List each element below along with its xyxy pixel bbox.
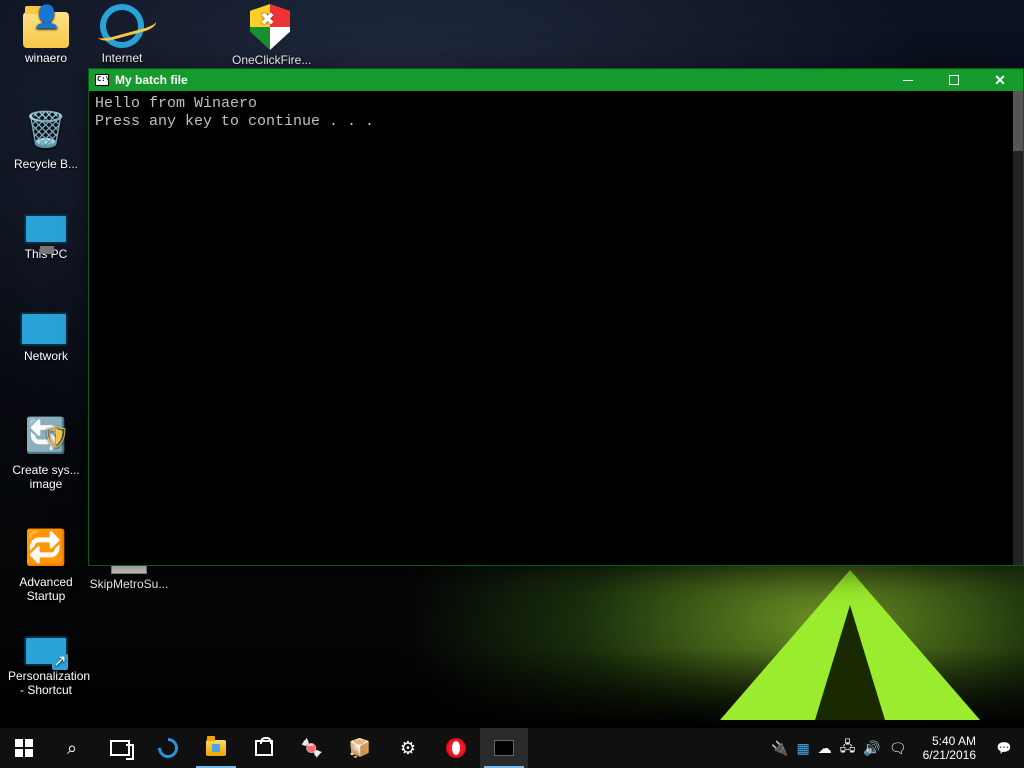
taskview-icon xyxy=(110,740,130,756)
tray-ime-icon[interactable]: 🗨 xyxy=(889,740,907,757)
desktop-icon-winaero[interactable]: 👤 winaero xyxy=(8,4,84,65)
file-explorer-icon xyxy=(206,740,226,756)
app-icon: 🧊 xyxy=(349,739,371,757)
personalization-icon xyxy=(24,636,68,666)
tray-safely-remove-icon[interactable]: 🔌 xyxy=(771,740,788,757)
start-button[interactable] xyxy=(0,728,48,768)
ie-icon xyxy=(95,0,149,53)
maximize-button[interactable] xyxy=(931,69,977,91)
app-icon: 🍬 xyxy=(301,739,323,757)
scrollbar-thumb[interactable] xyxy=(1013,91,1023,151)
desktop-icon-recycle-bin[interactable]: 🗑️ Recycle B... xyxy=(8,106,84,171)
system-tray: 🔌 ▦ ☁ 🖧 🔊 🗨 xyxy=(763,728,915,768)
taskbar-store[interactable] xyxy=(240,728,288,768)
maximize-icon xyxy=(949,75,959,85)
tray-volume-icon[interactable]: 🔊 xyxy=(863,740,880,757)
store-icon xyxy=(255,740,273,756)
close-button[interactable]: ✕ xyxy=(977,69,1023,91)
taskbar-edge[interactable] xyxy=(144,728,192,768)
scrollbar[interactable]: ▲ xyxy=(1013,91,1023,565)
icon-label: Personalization - Shortcut xyxy=(8,669,90,697)
close-icon: ✕ xyxy=(994,73,1006,87)
taskbar-opera[interactable] xyxy=(432,728,480,768)
icon-label: Internet xyxy=(102,51,143,65)
taskbar: ⌕ 🍬 🧊 ⚙ 🔌 ▦ ☁ 🖧 🔊 🗨 5:40 AM 6/21/2016 💬 xyxy=(0,728,1024,768)
desktop-icon-this-pc[interactable]: This PC xyxy=(8,208,84,261)
desktop-icon-advanced-startup[interactable]: 🔁 Advanced Startup xyxy=(8,524,84,603)
icon-label: SkipMetroSu... xyxy=(90,577,169,591)
pc-icon xyxy=(24,214,68,244)
taskbar-cmd[interactable] xyxy=(480,728,528,768)
taskbar-pinned-app-1[interactable]: 🍬 xyxy=(288,728,336,768)
icon-label: Advanced Startup xyxy=(19,575,72,603)
gears-shield-icon: 🔄 xyxy=(22,412,70,460)
network-icon xyxy=(24,316,68,346)
taskbar-pinned-app-2[interactable]: 🧊 xyxy=(336,728,384,768)
refresh-icon: 🔁 xyxy=(22,524,70,572)
terminal-line: Press any key to continue . . . xyxy=(95,113,374,130)
shield-icon xyxy=(250,4,290,50)
tray-defender-icon[interactable]: ▦ xyxy=(797,740,810,757)
search-button[interactable]: ⌕ xyxy=(48,728,96,768)
cmd-icon xyxy=(494,740,514,756)
action-center-icon: 💬 xyxy=(997,741,1012,755)
icon-label: Network xyxy=(24,349,68,363)
desktop-icon-personalization-shortcut[interactable]: Personalization - Shortcut xyxy=(8,630,84,697)
opera-icon xyxy=(446,738,466,758)
desktop-icon-oneclickfirewall[interactable]: OneClickFire... xyxy=(232,4,308,67)
window-title: My batch file xyxy=(115,73,188,87)
taskbar-clock[interactable]: 5:40 AM 6/21/2016 xyxy=(915,728,984,768)
desktop-icon-network[interactable]: Network xyxy=(8,310,84,363)
minimize-button[interactable] xyxy=(885,69,931,91)
taskview-button[interactable] xyxy=(96,728,144,768)
folder-user-icon: 👤 xyxy=(23,12,69,48)
window-controls: ✕ xyxy=(885,69,1023,91)
recycle-bin-icon: 🗑️ xyxy=(22,106,70,154)
clock-time: 5:40 AM xyxy=(932,734,976,748)
tray-onedrive-icon[interactable]: ☁ xyxy=(818,740,832,757)
window-titlebar[interactable]: My batch file ✕ xyxy=(89,69,1023,91)
tray-network-icon[interactable]: 🖧 xyxy=(840,736,856,760)
gear-icon: ⚙ xyxy=(400,739,416,757)
icon-label: OneClickFire... xyxy=(232,53,311,67)
minimize-icon xyxy=(903,80,913,81)
windows-logo-icon xyxy=(15,739,33,757)
command-prompt-window[interactable]: My batch file ✕ Hello from Winaero Press… xyxy=(88,68,1024,566)
cmd-icon xyxy=(95,74,109,86)
terminal-output[interactable]: Hello from Winaero Press any key to cont… xyxy=(89,91,1023,565)
clock-date: 6/21/2016 xyxy=(923,748,976,762)
icon-label: Recycle B... xyxy=(14,157,78,171)
icon-label: winaero xyxy=(25,51,67,65)
taskbar-settings[interactable]: ⚙ xyxy=(384,728,432,768)
taskbar-file-explorer[interactable] xyxy=(192,728,240,768)
search-icon: ⌕ xyxy=(67,739,77,757)
edge-icon xyxy=(154,734,182,762)
desktop-icon-internet-explorer[interactable]: Internet xyxy=(84,4,160,65)
action-center-button[interactable]: 💬 xyxy=(984,728,1024,768)
icon-label: Create sys... image xyxy=(12,463,79,491)
desktop-icon-create-system-image[interactable]: 🔄 Create sys... image xyxy=(8,412,84,491)
terminal-line: Hello from Winaero xyxy=(95,95,257,112)
